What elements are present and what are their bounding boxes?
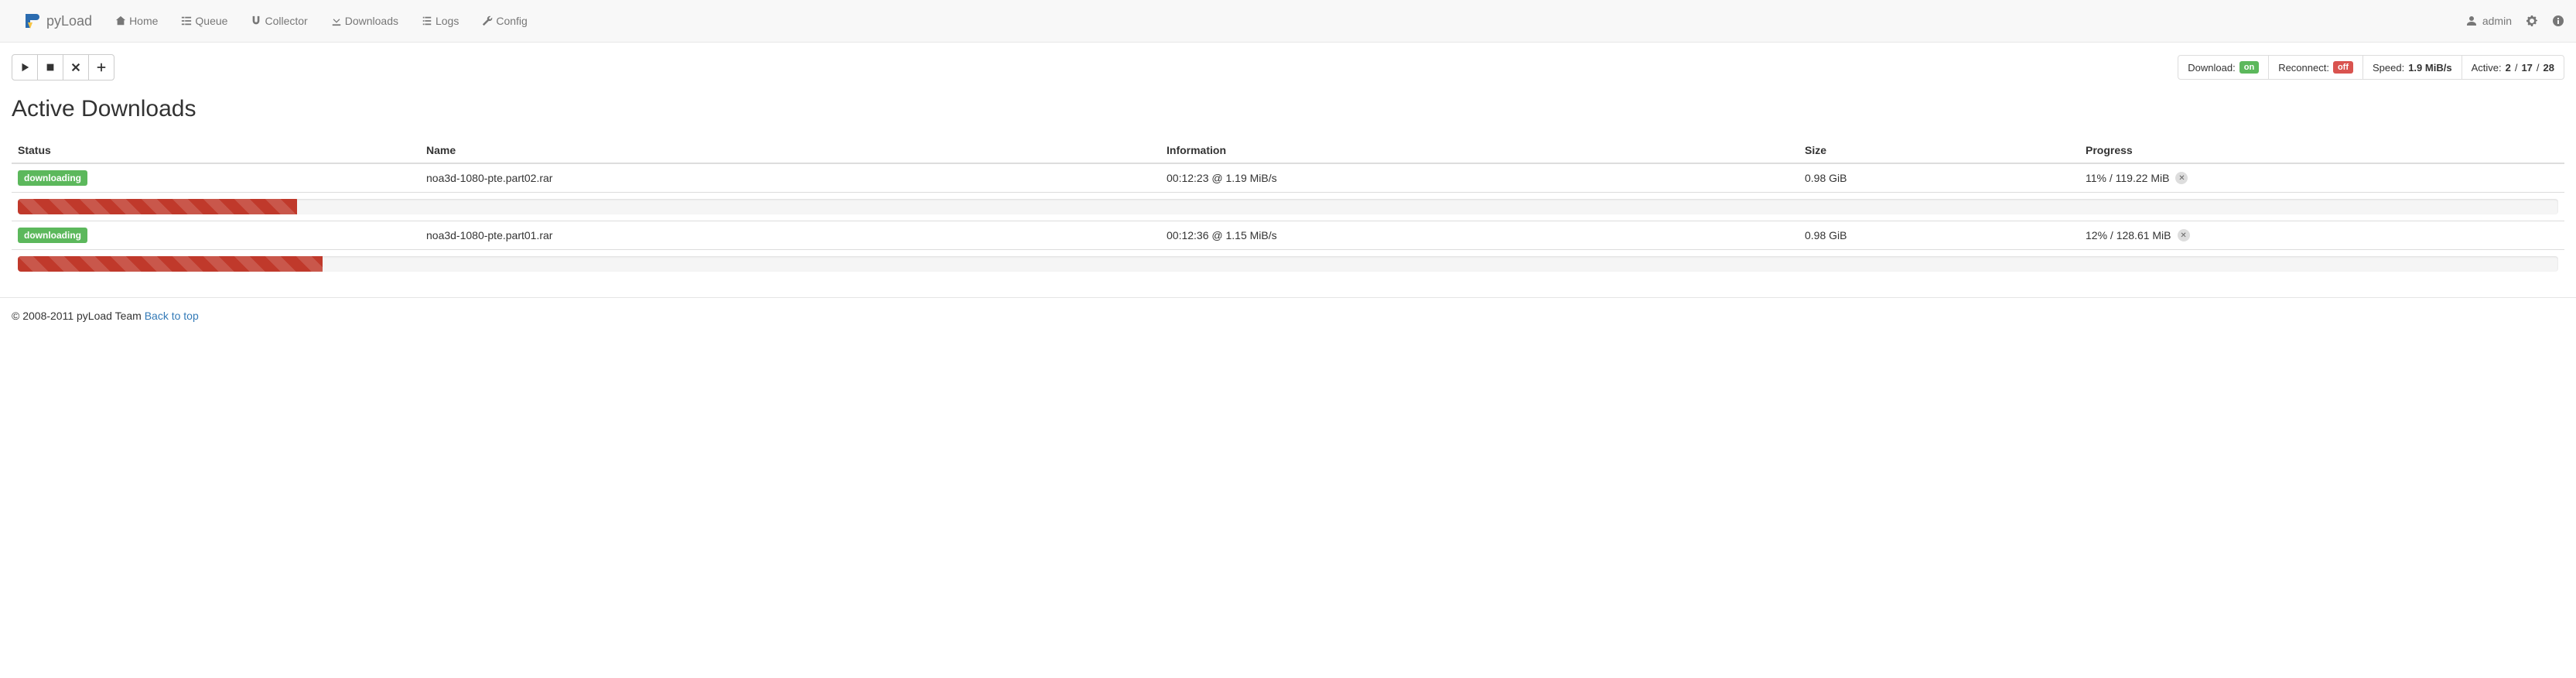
control-button-group bbox=[12, 54, 114, 80]
active-status-box: Active: 2 / 17 / 28 bbox=[2462, 55, 2564, 80]
pyload-logo-icon bbox=[23, 12, 42, 30]
download-state-badge: on bbox=[2239, 61, 2259, 74]
add-button[interactable] bbox=[88, 54, 114, 80]
nav-downloads[interactable]: Downloads bbox=[319, 3, 410, 39]
wrench-icon bbox=[482, 15, 493, 26]
stop-button[interactable] bbox=[37, 54, 63, 80]
downloads-table: Status Name Information Size Progress do… bbox=[12, 138, 2564, 278]
user-icon bbox=[2465, 15, 2478, 27]
progress-bar bbox=[18, 199, 2558, 214]
table-row: downloading noa3d-1080-pte.part01.rar00:1… bbox=[12, 221, 2564, 250]
file-name: noa3d-1080-pte.part01.rar bbox=[420, 221, 1160, 250]
nav-config[interactable]: Config bbox=[470, 3, 538, 39]
reconnect-status-box[interactable]: Reconnect: off bbox=[2268, 55, 2363, 80]
nav-collector[interactable]: Collector bbox=[239, 3, 319, 39]
col-progress: Progress bbox=[2079, 138, 2564, 163]
progress-row bbox=[12, 193, 2564, 221]
file-info: 00:12:23 @ 1.19 MiB/s bbox=[1160, 163, 1799, 193]
download-status-box[interactable]: Download: on bbox=[2178, 55, 2269, 80]
home-icon bbox=[115, 15, 126, 26]
list-icon bbox=[181, 15, 192, 26]
user-name: admin bbox=[2482, 15, 2512, 27]
brand-link[interactable]: pyLoad bbox=[12, 0, 104, 42]
toolbar-row: Download: on Reconnect: off Speed: 1.9 M… bbox=[12, 54, 2564, 80]
progress-bar bbox=[18, 256, 2558, 272]
active-queued: 17 bbox=[2521, 62, 2532, 74]
navbar-right: admin bbox=[2465, 15, 2564, 27]
page-title: Active Downloads bbox=[12, 96, 2564, 122]
top-navbar: pyLoad Home Queue Collector Downloads Lo… bbox=[0, 0, 2576, 43]
reconnect-state-badge: off bbox=[2333, 61, 2353, 74]
file-size: 0.98 GiB bbox=[1799, 221, 2079, 250]
cancel-download-button[interactable]: ✕ bbox=[2178, 229, 2190, 241]
active-total: 28 bbox=[2544, 62, 2554, 74]
nav-list: Home Queue Collector Downloads Logs Conf… bbox=[104, 3, 539, 39]
table-row: downloading noa3d-1080-pte.part02.rar00:1… bbox=[12, 163, 2564, 193]
brand-text: pyLoad bbox=[46, 13, 92, 29]
progress-row bbox=[12, 250, 2564, 279]
nav-queue[interactable]: Queue bbox=[169, 3, 239, 39]
cancel-download-button[interactable]: ✕ bbox=[2175, 172, 2188, 184]
info-icon[interactable] bbox=[2552, 15, 2564, 27]
close-icon bbox=[70, 62, 81, 73]
footer: © 2008-2011 pyLoad Team Back to top bbox=[0, 297, 2576, 334]
col-status: Status bbox=[12, 138, 420, 163]
active-running: 2 bbox=[2506, 62, 2511, 74]
stop-icon bbox=[45, 62, 56, 73]
status-badge: downloading bbox=[18, 170, 87, 186]
nav-home[interactable]: Home bbox=[104, 3, 169, 39]
col-name: Name bbox=[420, 138, 1160, 163]
back-to-top-link[interactable]: Back to top bbox=[145, 310, 199, 322]
nav-logs[interactable]: Logs bbox=[410, 3, 470, 39]
gear-icon[interactable] bbox=[2526, 15, 2538, 27]
logs-icon bbox=[422, 15, 432, 26]
speed-status-box: Speed: 1.9 MiB/s bbox=[2362, 55, 2462, 80]
cancel-button[interactable] bbox=[63, 54, 89, 80]
plus-icon bbox=[96, 62, 107, 73]
status-group: Download: on Reconnect: off Speed: 1.9 M… bbox=[2178, 55, 2564, 80]
speed-value: 1.9 MiB/s bbox=[2408, 62, 2451, 74]
footer-copyright: © 2008-2011 pyLoad Team bbox=[12, 310, 145, 322]
col-size: Size bbox=[1799, 138, 2079, 163]
magnet-icon bbox=[251, 15, 261, 26]
play-icon bbox=[19, 62, 30, 73]
play-button[interactable] bbox=[12, 54, 38, 80]
download-icon bbox=[331, 15, 342, 26]
user-menu[interactable]: admin bbox=[2465, 15, 2512, 27]
progress-text: 11% / 119.22 MiB bbox=[2086, 172, 2169, 184]
progress-text: 12% / 128.61 MiB bbox=[2086, 229, 2171, 241]
file-info: 00:12:36 @ 1.15 MiB/s bbox=[1160, 221, 1799, 250]
file-name: noa3d-1080-pte.part02.rar bbox=[420, 163, 1160, 193]
col-information: Information bbox=[1160, 138, 1799, 163]
status-badge: downloading bbox=[18, 228, 87, 243]
file-size: 0.98 GiB bbox=[1799, 163, 2079, 193]
